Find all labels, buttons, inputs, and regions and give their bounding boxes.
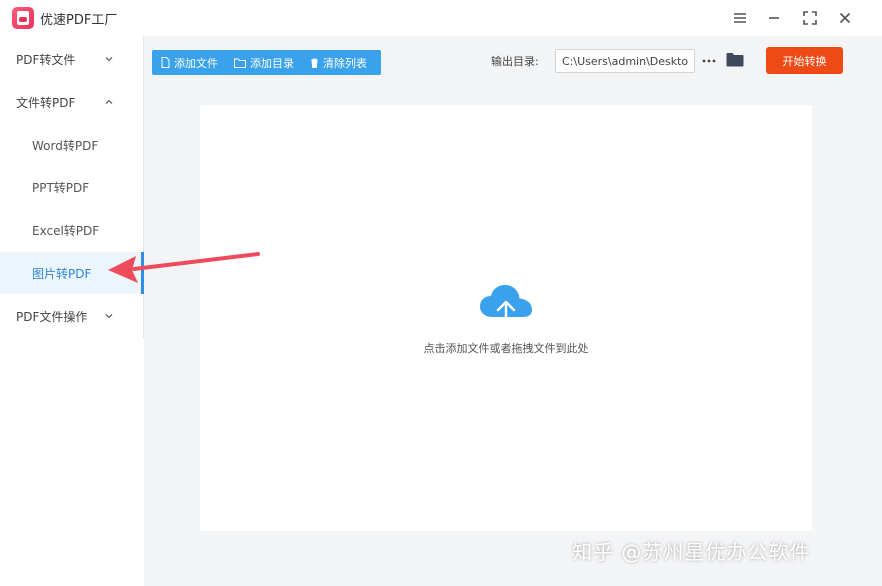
- file-toolbar: 添加文件 添加目录 清除列表: [152, 50, 381, 75]
- clear-list-label: 清除列表: [323, 56, 367, 70]
- chevron-down-icon: [105, 314, 113, 319]
- sidebar-group-label: PDF文件操作: [16, 309, 88, 324]
- output-dir-label: 输出目录:: [491, 55, 539, 68]
- sidebar-item-label: 图片转PDF: [32, 266, 92, 281]
- sidebar-item-word-to-pdf[interactable]: Word转PDF: [0, 124, 143, 166]
- folder-icon: [234, 58, 246, 68]
- maximize-icon[interactable]: [799, 7, 821, 29]
- sidebar-item-label: Excel转PDF: [32, 223, 100, 238]
- sidebar-item-ppt-to-pdf[interactable]: PPT转PDF: [0, 166, 143, 208]
- menu-icon[interactable]: [729, 7, 751, 29]
- sidebar-group-label: PDF转文件: [16, 52, 76, 67]
- minimize-icon[interactable]: [763, 7, 785, 29]
- sidebar-group-pdf-operations[interactable]: PDF文件操作: [0, 295, 143, 337]
- add-folder-label: 添加目录: [250, 56, 294, 70]
- chevron-up-icon: [105, 99, 113, 104]
- more-icon[interactable]: [699, 52, 719, 70]
- browse-folder-icon[interactable]: [726, 52, 746, 70]
- start-convert-button[interactable]: 开始转换: [766, 47, 843, 74]
- watermark: 知乎 @苏州星优办公软件: [572, 540, 811, 564]
- clear-list-button[interactable]: 清除列表: [301, 50, 374, 75]
- file-icon: [161, 57, 170, 68]
- sidebar-item-label: PPT转PDF: [32, 180, 90, 195]
- close-icon[interactable]: [834, 7, 856, 29]
- sidebar-item-label: Word转PDF: [32, 138, 99, 153]
- cloud-upload-icon[interactable]: [478, 283, 534, 333]
- sidebar-item-excel-to-pdf[interactable]: Excel转PDF: [0, 209, 143, 251]
- add-file-label: 添加文件: [174, 56, 218, 70]
- add-file-button[interactable]: 添加文件: [152, 50, 225, 75]
- app-title: 优速PDF工厂: [40, 13, 118, 28]
- sidebar-group-label: 文件转PDF: [16, 95, 76, 110]
- title-bar: 优速PDF工厂: [0, 0, 882, 36]
- drop-zone-hint: 点击添加文件或者拖拽文件到此处: [423, 342, 589, 355]
- trash-icon: [311, 58, 318, 68]
- app-logo-icon: [12, 7, 34, 29]
- sidebar-group-file-to-pdf[interactable]: 文件转PDF: [0, 81, 143, 123]
- annotation-arrow-icon: [108, 252, 260, 283]
- sidebar-group-pdf-to-file[interactable]: PDF转文件: [0, 38, 143, 80]
- chevron-down-icon: [105, 57, 113, 62]
- output-dir-input[interactable]: [555, 49, 695, 73]
- add-folder-button[interactable]: 添加目录: [225, 50, 301, 75]
